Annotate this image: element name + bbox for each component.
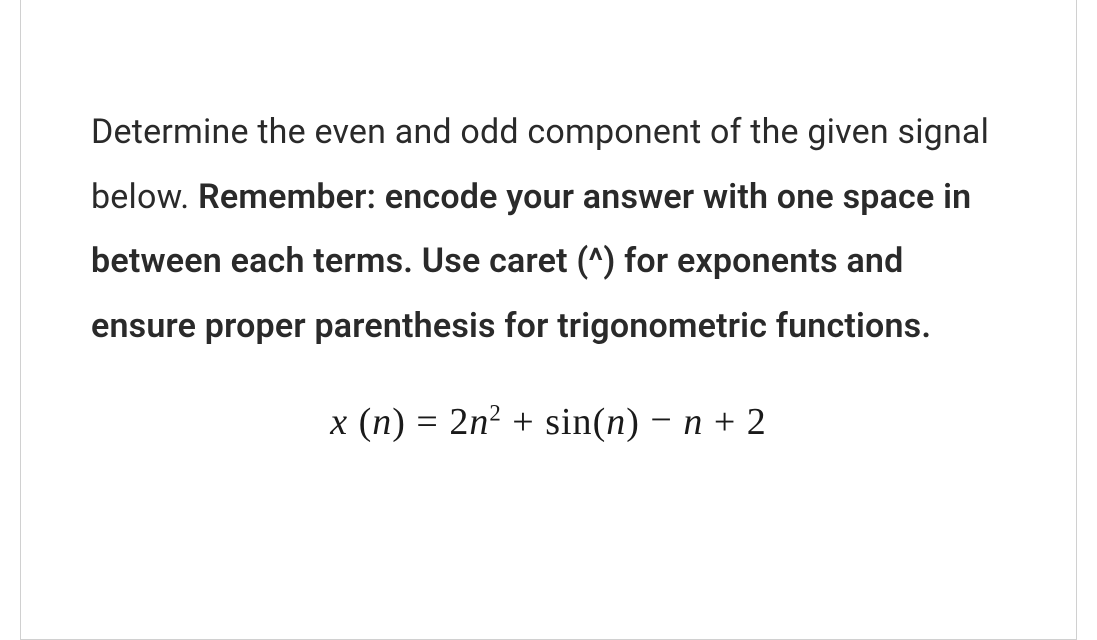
question-text: Determine the even and odd component of … [91, 100, 1006, 358]
question-instruction: Remember: encode your answer with one sp… [91, 177, 971, 346]
question-content: Determine the even and odd component of … [21, 0, 1076, 464]
eq-lhs-var: x [330, 401, 348, 443]
eq-equals: = [416, 401, 449, 443]
eq-op1-sym: + [512, 401, 534, 443]
eq-term2-arg: n [606, 401, 626, 443]
eq-lparen: ( [359, 401, 373, 443]
eq-op2-sym: − [650, 398, 672, 442]
eq-term1-exp: 2 [489, 401, 501, 426]
eq-term3: n [683, 401, 703, 443]
eq-term2-func: sin [545, 401, 592, 443]
eq-rparen: ) [392, 401, 406, 443]
eq-term2-lparen: ( [593, 401, 607, 443]
eq-term4: 2 [747, 401, 767, 443]
eq-term2-rparen: ) [626, 401, 640, 443]
eq-term1-coef: 2 [449, 401, 469, 443]
eq-lhs-arg: n [372, 401, 392, 443]
eq-op3-sym: + [714, 401, 736, 443]
question-container: Determine the even and odd component of … [20, 0, 1077, 640]
equation: x (n) = 2n2 + sin(n) − n + 2 [91, 400, 1006, 444]
eq-term1-var: n [469, 401, 489, 443]
